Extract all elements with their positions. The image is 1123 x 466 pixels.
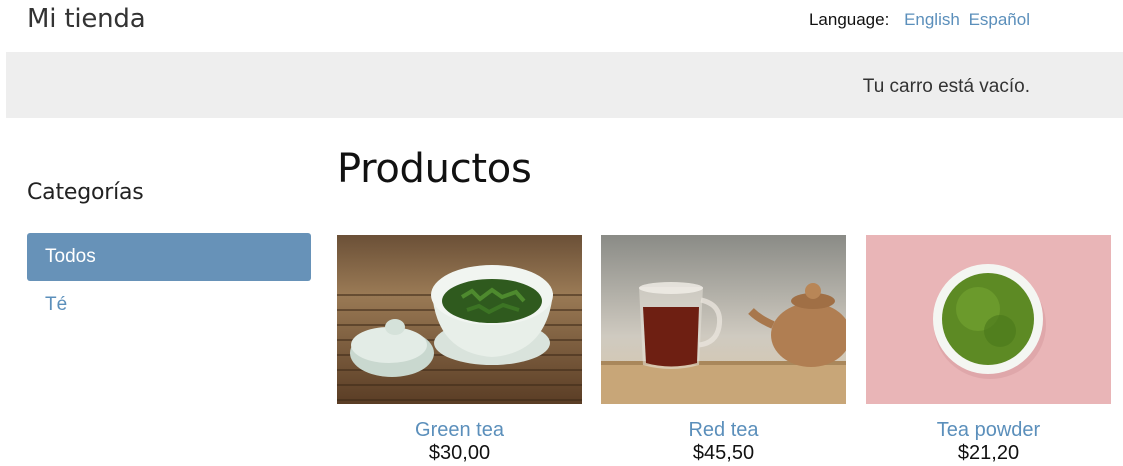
sidebar-item-te[interactable]: Té xyxy=(27,281,311,329)
red-tea-image[interactable] xyxy=(601,235,846,404)
product-price: $21,20 xyxy=(957,442,1020,464)
product-card: Tea powder $21,20 xyxy=(866,235,1111,465)
product-name[interactable]: Red tea xyxy=(601,419,846,442)
green-tea-image[interactable] xyxy=(337,235,582,404)
tea-powder-image[interactable] xyxy=(866,235,1111,404)
page-title: Productos xyxy=(337,146,532,192)
site-title[interactable]: Mi tienda xyxy=(27,4,146,34)
cart-bar: Tu carro está vacío. xyxy=(6,52,1123,118)
language-label: Language: xyxy=(808,10,890,29)
sidebar-item-todos[interactable]: Todos xyxy=(27,233,311,281)
language-switcher: Language: English Español xyxy=(809,10,1030,30)
product-card: Red tea $45,50 xyxy=(601,235,846,465)
product-name[interactable]: Tea powder xyxy=(866,419,1111,442)
cart-status: Tu carro está vacío. xyxy=(862,76,1030,97)
product-card: Green tea $30,00 xyxy=(337,235,582,465)
sidebar: Categorías Todos Té xyxy=(27,180,311,329)
product-name[interactable]: Green tea xyxy=(337,419,582,442)
language-link-english[interactable]: English xyxy=(904,10,960,29)
product-price: $30,00 xyxy=(428,442,491,464)
sidebar-title: Categorías xyxy=(27,180,144,205)
product-price: $45,50 xyxy=(692,442,755,464)
language-link-espanol[interactable]: Español xyxy=(969,10,1030,29)
